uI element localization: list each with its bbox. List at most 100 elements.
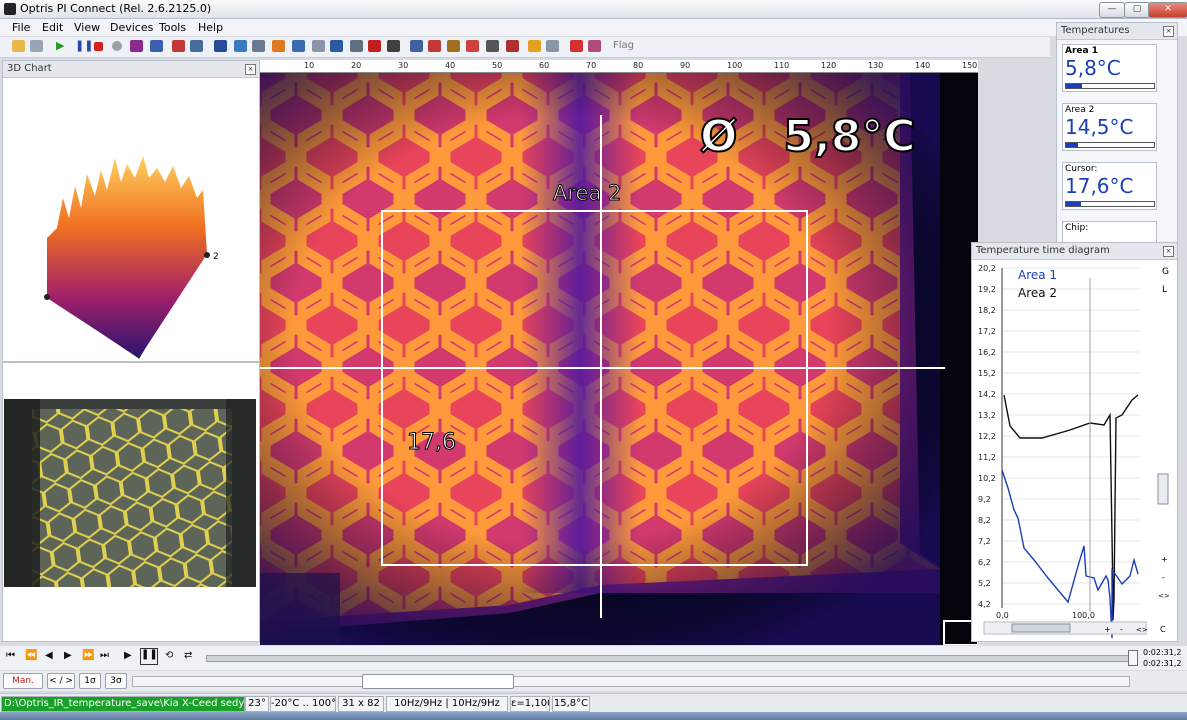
- menu-help[interactable]: Help: [198, 21, 223, 34]
- play-icon[interactable]: ▶: [56, 40, 69, 52]
- y-tick-label: 15,2: [978, 369, 996, 378]
- color-icon[interactable]: [428, 40, 441, 52]
- tools-icon[interactable]: [486, 40, 499, 52]
- timeline-handle[interactable]: [1128, 650, 1138, 666]
- step-forward-icon[interactable]: ▶: [64, 650, 72, 661]
- maximize-button[interactable]: ▢: [1124, 2, 1150, 18]
- timediag-close-button[interactable]: ×: [1163, 246, 1174, 257]
- filter-icon[interactable]: [546, 40, 559, 52]
- y-tick-label: 14,2: [978, 390, 996, 399]
- visual-camera-image: [4, 399, 256, 587]
- temp-label: Area 2: [1065, 105, 1095, 115]
- menu-edit[interactable]: Edit: [42, 21, 63, 34]
- settings-icon[interactable]: [506, 40, 519, 52]
- scale-lr-button[interactable]: < / >: [47, 673, 75, 689]
- temp-box-chip[interactable]: Chip:: [1062, 221, 1157, 243]
- camera-3d-icon[interactable]: [252, 40, 265, 52]
- pause-icon[interactable]: ❚❚: [75, 40, 93, 52]
- flag-button[interactable]: Flag: [613, 40, 634, 51]
- palette-icon[interactable]: [272, 40, 285, 52]
- timediag-title-bar: Temperature time diagram ×: [972, 243, 1177, 260]
- temp-bar: [1065, 201, 1155, 207]
- grid-icon[interactable]: [350, 40, 363, 52]
- diagram-vscroll-thumb: [1157, 473, 1169, 505]
- record-icon[interactable]: [94, 42, 103, 51]
- y-tick-label: 6,2: [978, 558, 991, 567]
- image-icon[interactable]: [190, 40, 203, 52]
- sigma3-button[interactable]: 3σ: [105, 673, 127, 689]
- menu-devices[interactable]: Devices: [110, 21, 153, 34]
- time-diagram-chart: 20,2 19,2 18,2 17,2 16,2 15,2 14,2 13,2 12,2 11,2…: [978, 264, 1170, 639]
- temp-bar: [1065, 83, 1155, 89]
- temp-box-cursor[interactable]: Cursor: 17,6°C: [1062, 162, 1157, 210]
- timediag-title: Temperature time diagram: [976, 245, 1110, 256]
- ruler-tick-label: 140: [915, 61, 931, 70]
- bottom-plus: +: [1104, 625, 1111, 634]
- y-tick-label: 11,2: [978, 453, 996, 462]
- panel-close-button[interactable]: ×: [245, 64, 256, 75]
- temperatures-panel: Temperatures × Area 1 5,8°C Area 2 14,5°…: [1056, 22, 1178, 244]
- legend-area2: Area 2: [1018, 286, 1057, 300]
- pause-icon[interactable]: ❚❚: [140, 648, 158, 665]
- stop-icon[interactable]: [570, 40, 583, 52]
- speed-icon[interactable]: ⇄: [184, 650, 192, 661]
- sigma1-button[interactable]: 1σ: [79, 673, 101, 689]
- camera-icon[interactable]: [130, 40, 143, 52]
- play-icon[interactable]: ▶: [124, 650, 132, 661]
- series-area1-line: [1001, 469, 1139, 639]
- zoom-icon[interactable]: [410, 40, 423, 52]
- temp-box-area1[interactable]: Area 1 5,8°C: [1062, 44, 1157, 92]
- temps-title-bar: Temperatures ×: [1057, 23, 1177, 40]
- line-profile-icon[interactable]: [292, 40, 305, 52]
- battery-icon[interactable]: [528, 40, 541, 52]
- ruler-tick-label: 70: [586, 61, 597, 70]
- rewind-icon[interactable]: ⏪: [25, 650, 37, 661]
- scale-slider-thumb[interactable]: [362, 674, 514, 689]
- minimize-button[interactable]: —: [1099, 2, 1125, 18]
- loop-icon[interactable]: ⟲: [165, 650, 173, 661]
- layout-icon[interactable]: [172, 40, 185, 52]
- ruler-tick-label: 10: [304, 61, 315, 70]
- bottom-lr: <>: [1136, 626, 1148, 634]
- window-title: Optris PI Connect (Rel. 2.6.2125.0): [20, 2, 212, 15]
- temp-value: 17,6°C: [1065, 174, 1134, 198]
- export-icon[interactable]: [588, 40, 601, 52]
- temps-close-button[interactable]: ×: [1163, 26, 1174, 37]
- video-icon[interactable]: [150, 40, 163, 52]
- bars-icon[interactable]: [447, 40, 460, 52]
- thermal-image-view[interactable]: Ø 5,8°C Area 2 17,6: [260, 73, 978, 645]
- time-total: 0:02:31,2: [1143, 659, 1182, 668]
- side-lr: <>: [1158, 592, 1170, 600]
- y-tick-label: 10,2: [978, 474, 996, 483]
- measure-icon[interactable]: [387, 40, 400, 52]
- alarm-icon[interactable]: [466, 40, 479, 52]
- menu-file[interactable]: File: [12, 21, 30, 34]
- fast-forward-icon[interactable]: ⏩: [82, 650, 94, 661]
- first-frame-icon[interactable]: ⏮: [6, 650, 15, 661]
- scale-icon[interactable]: [368, 40, 381, 52]
- histogram-icon[interactable]: [234, 40, 247, 52]
- timeline-track[interactable]: [206, 655, 1134, 662]
- ruler-tick-label: 120: [821, 61, 837, 70]
- temp-box-area2[interactable]: Area 2 14,5°C: [1062, 103, 1157, 151]
- control-bar: Man. < / > 1σ 3σ: [0, 671, 1187, 691]
- y-tick-label: 5,2: [978, 579, 991, 588]
- close-button[interactable]: ✕: [1148, 2, 1187, 18]
- time-diagram-icon[interactable]: [330, 40, 343, 52]
- menu-view[interactable]: View: [74, 21, 100, 34]
- menu-tools[interactable]: Tools: [159, 21, 186, 34]
- save-icon[interactable]: [30, 40, 43, 52]
- step-back-icon[interactable]: ◀: [45, 650, 53, 661]
- toolbar: ▶ ❚❚ Flag: [0, 37, 1050, 58]
- manual-scale-button[interactable]: Man.: [3, 673, 43, 689]
- time-current: 0:02:31,2: [1143, 648, 1182, 657]
- chart-3d-icon[interactable]: [312, 40, 325, 52]
- y-tick-label: 7,2: [978, 537, 991, 546]
- scale-slider[interactable]: [132, 676, 1130, 687]
- side-l-label: L: [1162, 285, 1167, 295]
- open-icon[interactable]: [12, 40, 25, 52]
- snapshot-icon[interactable]: [112, 41, 122, 51]
- last-frame-icon[interactable]: ⏭: [100, 650, 109, 661]
- cursor-value-label: 17,6: [407, 430, 457, 456]
- table-icon[interactable]: [214, 40, 227, 52]
